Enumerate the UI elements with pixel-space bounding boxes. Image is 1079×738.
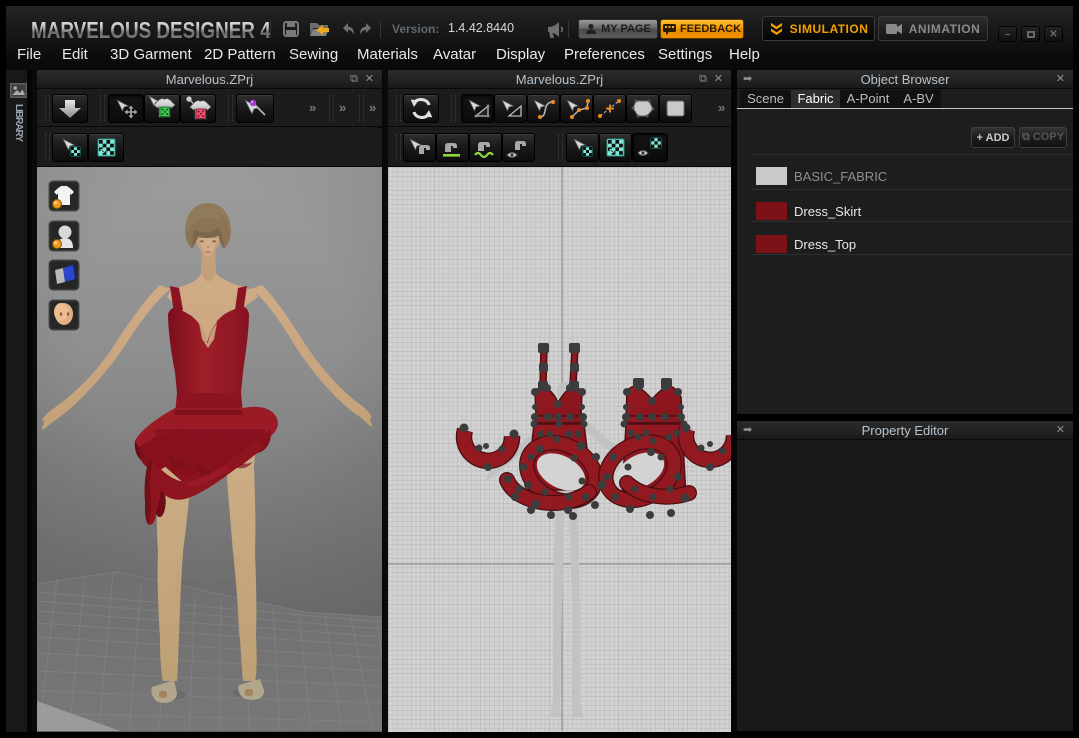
svg-text:P: P [100,148,106,157]
svg-text:P: P [609,148,615,157]
